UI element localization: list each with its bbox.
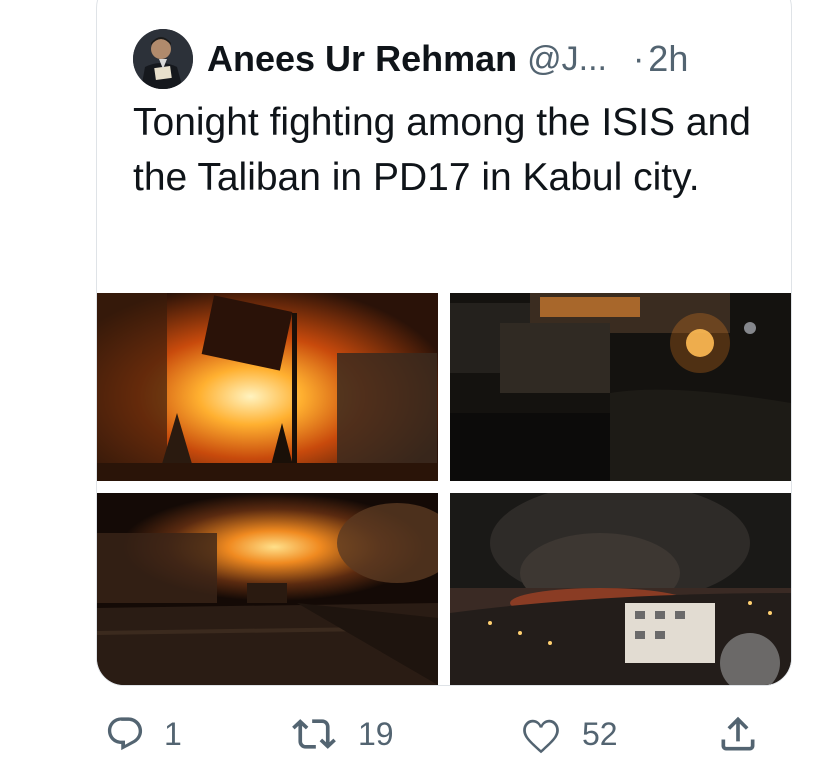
retweet-button[interactable]: 19: [288, 712, 394, 756]
reply-icon: [107, 717, 143, 751]
heart-icon: [523, 719, 559, 754]
author-handle[interactable]: @J...: [527, 40, 607, 79]
media-photo-4[interactable]: [450, 493, 791, 685]
media-photo-1[interactable]: [97, 293, 438, 481]
night-street-image: [450, 293, 791, 481]
media-photo-2[interactable]: [450, 293, 791, 481]
tweet-header: Anees Ur Rehman @J... · 2h: [133, 29, 688, 89]
fire-building-image: [97, 293, 438, 481]
like-button[interactable]: 52: [518, 712, 618, 756]
smoke-city-image: [450, 493, 791, 685]
tweet-card[interactable]: Anees Ur Rehman @J... · 2h Tonight fight…: [96, 0, 792, 686]
reply-button[interactable]: 1: [104, 712, 182, 756]
tweet-text: Tonight fighting among the ISIS and the …: [133, 101, 751, 199]
author-name[interactable]: Anees Ur Rehman: [207, 38, 517, 80]
tweet-timestamp[interactable]: 2h: [648, 38, 688, 80]
tweet-actions: 1 19 52: [0, 704, 840, 764]
avatar[interactable]: [133, 29, 193, 89]
share-button[interactable]: [716, 712, 760, 756]
person-reading-avatar-icon: [133, 29, 193, 89]
media-grid: [97, 293, 791, 685]
burning-vehicle-image: [97, 493, 438, 685]
retweet-count: 19: [358, 715, 394, 752]
like-count: 52: [582, 715, 618, 752]
share-icon: [721, 716, 755, 751]
media-photo-3[interactable]: [97, 493, 438, 685]
retweet-icon: [292, 719, 336, 749]
reply-count: 1: [164, 715, 182, 752]
timestamp-separator: ·: [632, 39, 645, 78]
